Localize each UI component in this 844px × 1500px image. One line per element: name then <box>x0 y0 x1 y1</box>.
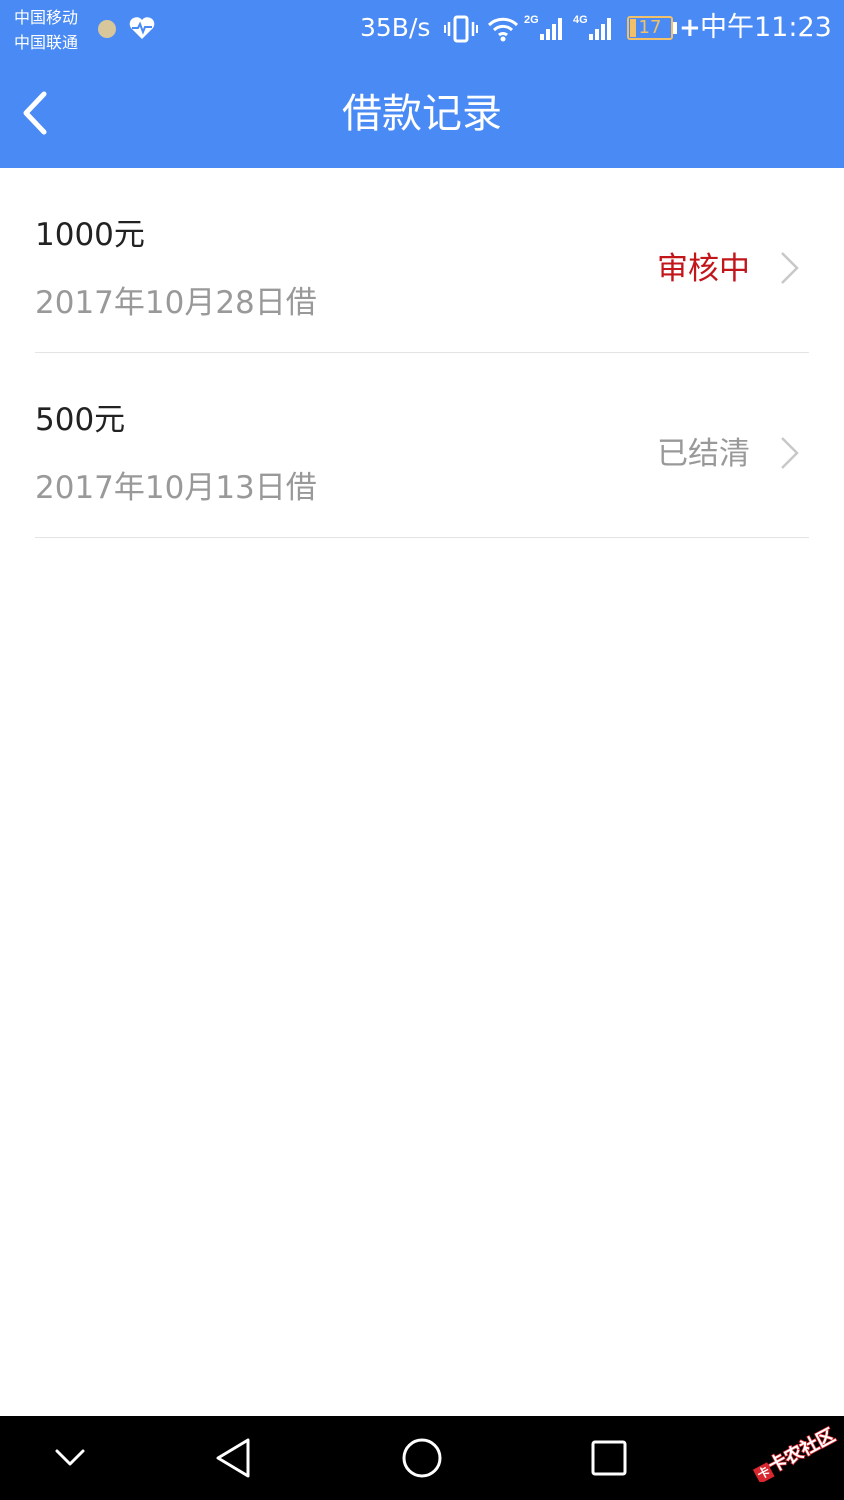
loan-date: 2017年10月13日借 <box>35 470 317 506</box>
notification-dot-icon <box>98 20 116 38</box>
signal-1-label: 2G <box>524 14 539 26</box>
signal-icon: 2G <box>524 14 562 40</box>
loan-record-item[interactable]: 500元 2017年10月13日借 已结清 <box>0 353 844 538</box>
page-title: 借款记录 <box>342 91 502 137</box>
heart-rate-icon <box>129 17 155 39</box>
back-button[interactable] <box>10 84 66 140</box>
carrier-2: 中国联通 <box>14 33 79 52</box>
battery-tip <box>673 22 677 34</box>
svg-text:卡农社区: 卡农社区 <box>765 1424 838 1476</box>
battery-level: 17 <box>638 17 662 38</box>
charging-plus-icon: + <box>679 13 701 43</box>
watermark-logo: 卡 卡农社区 <box>752 1423 839 1482</box>
nav-home-button[interactable] <box>394 1430 450 1486</box>
carrier-labels: 中国移动 中国联通 <box>14 5 78 55</box>
status-bar: 中国移动 中国联通 35B/s 2G 4G 17 + 中午11:23 <box>0 0 844 58</box>
hide-keyboard-button[interactable] <box>42 1430 98 1486</box>
loan-record-item[interactable]: 1000元 2017年10月28日借 审核中 <box>0 168 844 353</box>
signal-2-label: 4G <box>573 14 588 26</box>
app-header: 中国移动 中国联通 35B/s 2G 4G 17 + 中午11:23 借款记录 <box>0 0 844 168</box>
loan-status: 审核中 <box>657 251 750 287</box>
nav-back-button[interactable] <box>206 1430 262 1486</box>
network-speed: 35B/s <box>360 13 431 42</box>
loan-amount: 1000元 <box>35 217 145 253</box>
wifi-icon <box>487 17 519 42</box>
chevron-right-icon <box>781 437 799 469</box>
status-time: 中午11:23 <box>700 12 832 43</box>
home-circle-icon <box>402 1438 442 1478</box>
nav-recents-button[interactable] <box>581 1430 637 1486</box>
hide-keyboard-icon <box>55 1449 85 1466</box>
carrier-1: 中国移动 <box>14 8 79 27</box>
divider <box>35 537 809 538</box>
signal-icon: 4G <box>573 14 611 40</box>
loan-date: 2017年10月28日借 <box>35 285 317 321</box>
back-triangle-icon <box>216 1438 250 1478</box>
vibrate-icon <box>444 15 478 43</box>
chevron-left-icon <box>23 91 47 135</box>
loan-amount: 500元 <box>35 402 126 438</box>
battery-icon: 17 <box>627 16 673 40</box>
system-navigation-bar <box>0 1416 844 1500</box>
recents-square-icon <box>591 1440 627 1476</box>
chevron-right-icon <box>781 252 799 284</box>
loan-status: 已结清 <box>657 436 750 472</box>
loan-record-list: 1000元 2017年10月28日借 审核中 500元 2017年10月13日借… <box>0 168 844 538</box>
